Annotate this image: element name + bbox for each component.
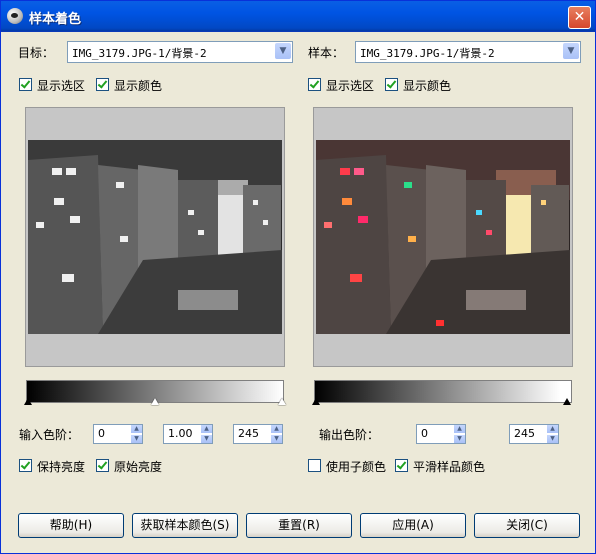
target-image-combo[interactable]: IMG_3179.JPG-1/背景-2 ▼ — [67, 41, 293, 63]
sample-show-selection-checkbox[interactable] — [308, 78, 321, 91]
output-low-spinner[interactable]: 0 ▲ ▼ — [416, 424, 466, 444]
output-high-spinner[interactable]: 245 ▲ ▼ — [509, 424, 559, 444]
keep-brightness-label: 保持亮度 — [37, 460, 86, 474]
sample-show-color-checkbox[interactable] — [385, 78, 398, 91]
output-levels-label: 输出色阶： — [319, 428, 380, 442]
sample-show-selection-label: 显示选区 — [326, 79, 375, 93]
target-combo-value: IMG_3179.JPG-1/背景-2 — [72, 47, 207, 60]
target-preview-panel — [25, 107, 285, 367]
close-window-button[interactable]: ✕ — [568, 6, 591, 29]
output-high-value: 245 — [514, 427, 535, 440]
sample-preview-panel — [313, 107, 573, 367]
input-levels-label: 输入色阶： — [19, 428, 80, 442]
smooth-sample-colors-label: 平滑样品颜色 — [413, 460, 486, 474]
target-preview-image — [28, 140, 282, 334]
chevron-down-icon[interactable]: ▼ — [563, 43, 579, 59]
target-label: 目标： — [18, 46, 55, 60]
smooth-sample-colors-checkbox[interactable] — [395, 459, 408, 472]
spin-down-icon[interactable]: ▼ — [131, 435, 142, 443]
apply-button[interactable]: 应用(A) — [360, 513, 466, 538]
output-levels-gradient[interactable] — [314, 380, 572, 403]
spin-up-icon[interactable]: ▲ — [131, 425, 142, 433]
input-high-spinner[interactable]: 245 ▲ ▼ — [233, 424, 283, 444]
target-show-selection-checkbox[interactable] — [19, 78, 32, 91]
title-bar[interactable]: 样本着色 ✕ — [1, 1, 595, 32]
get-sample-colors-button[interactable]: 获取样本颜色(S) — [132, 513, 238, 538]
sample-label: 样本： — [308, 46, 345, 60]
dialog-window: 样本着色 ✕ 目标： IMG_3179.JPG-1/背景-2 ▼ 显示选区 显示… — [0, 0, 596, 554]
gimp-app-icon — [7, 8, 23, 24]
target-show-color-label: 显示颜色 — [114, 79, 163, 93]
use-subcolors-label: 使用子颜色 — [326, 460, 387, 474]
input-low-spinner[interactable]: 0 ▲ ▼ — [93, 424, 143, 444]
window-title: 样本着色 — [29, 12, 82, 27]
spin-up-icon[interactable]: ▲ — [454, 425, 465, 433]
input-high-marker[interactable] — [278, 398, 286, 405]
reset-button[interactable]: 重置(R) — [246, 513, 352, 538]
sample-combo-value: IMG_3179.JPG-1/背景-2 — [360, 47, 495, 60]
input-low-value: 0 — [98, 427, 105, 440]
output-low-marker[interactable] — [312, 398, 320, 405]
output-low-value: 0 — [421, 427, 428, 440]
spin-down-icon[interactable]: ▼ — [547, 435, 558, 443]
keep-brightness-checkbox[interactable] — [19, 459, 32, 472]
spin-up-icon[interactable]: ▲ — [547, 425, 558, 433]
sample-image-combo[interactable]: IMG_3179.JPG-1/背景-2 ▼ — [355, 41, 581, 63]
chevron-down-icon[interactable]: ▼ — [275, 43, 291, 59]
sample-preview-image — [316, 140, 570, 334]
input-gamma-value: 1.00 — [168, 427, 193, 440]
sample-show-color-label: 显示颜色 — [403, 79, 452, 93]
spin-up-icon[interactable]: ▲ — [271, 425, 282, 433]
spin-down-icon[interactable]: ▼ — [271, 435, 282, 443]
target-show-selection-label: 显示选区 — [37, 79, 86, 93]
use-subcolors-checkbox[interactable] — [308, 459, 321, 472]
input-high-value: 245 — [238, 427, 259, 440]
output-high-marker[interactable] — [563, 398, 571, 405]
target-show-color-checkbox[interactable] — [96, 78, 109, 91]
input-gamma-marker[interactable] — [151, 398, 159, 405]
input-low-marker[interactable] — [24, 398, 32, 405]
original-brightness-label: 原始亮度 — [114, 460, 163, 474]
help-button[interactable]: 帮助(H) — [18, 513, 124, 538]
original-brightness-checkbox[interactable] — [96, 459, 109, 472]
spin-down-icon[interactable]: ▼ — [454, 435, 465, 443]
input-gamma-spinner[interactable]: 1.00 ▲ ▼ — [163, 424, 213, 444]
close-button[interactable]: 关闭(C) — [474, 513, 580, 538]
spin-down-icon[interactable]: ▼ — [201, 435, 212, 443]
spin-up-icon[interactable]: ▲ — [201, 425, 212, 433]
